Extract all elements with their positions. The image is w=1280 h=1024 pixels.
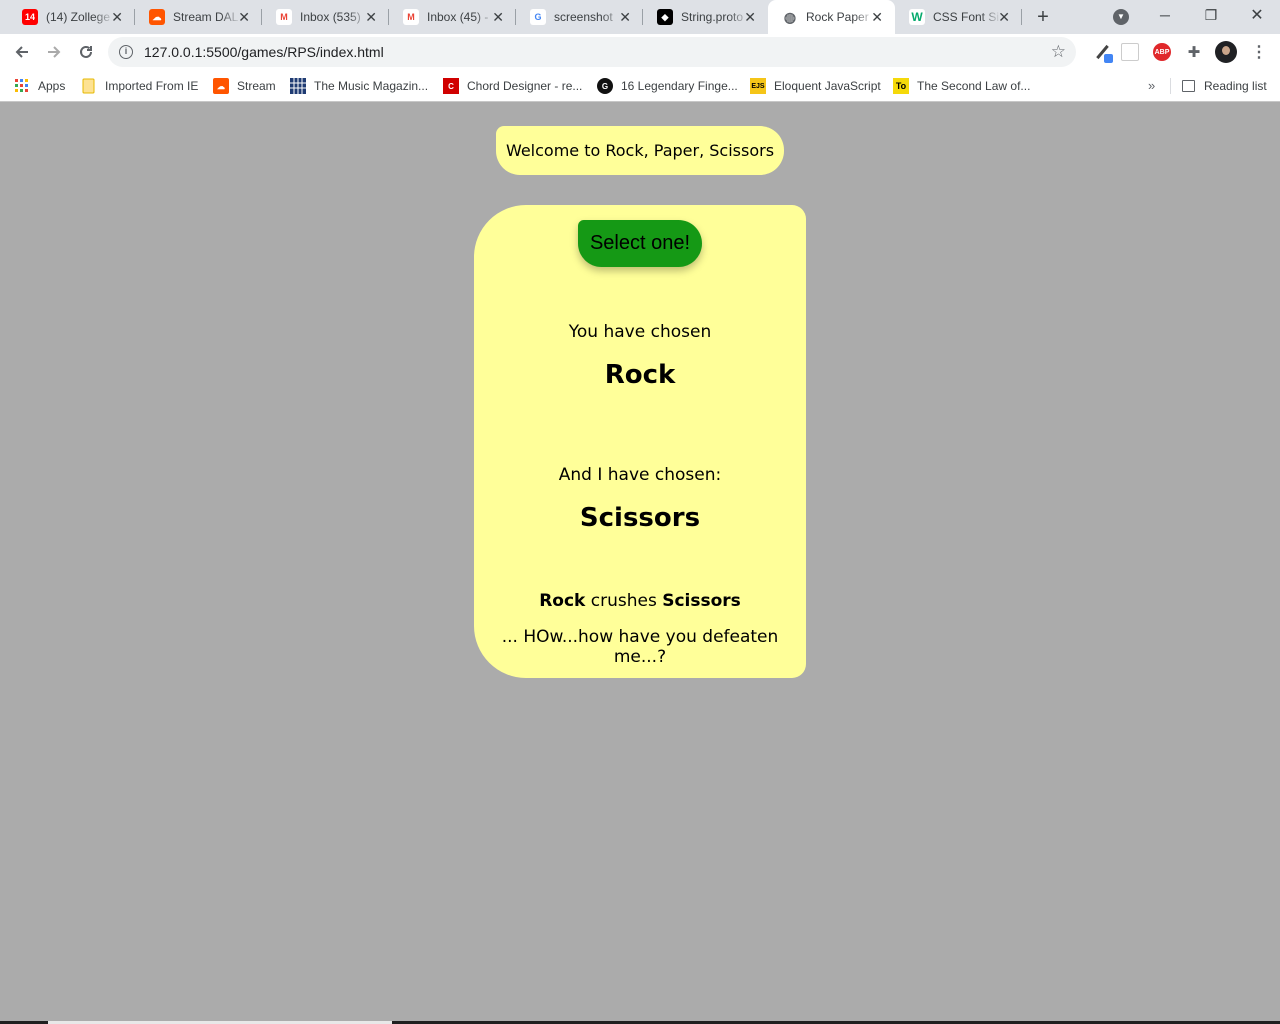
info-icon[interactable]: i (119, 45, 133, 59)
pen-extension-icon[interactable] (1093, 43, 1113, 63)
player-choice-label: You have chosen (568, 322, 712, 342)
tab-6-active[interactable]: ◍ Rock Paper ✕ (768, 0, 895, 34)
reload-button[interactable] (74, 40, 98, 64)
bookmark-label: Eloquent JavaScript (774, 79, 881, 93)
mdn-icon: ◆ (657, 9, 673, 25)
apps-grid-icon (14, 78, 30, 94)
globe-icon: ◍ (782, 8, 798, 25)
bookmark-second-law[interactable]: To The Second Law of... (893, 76, 1030, 96)
close-icon[interactable]: ✕ (111, 9, 123, 25)
close-icon[interactable]: ✕ (365, 9, 377, 25)
tab-title: Inbox (45) - (427, 10, 489, 24)
reading-list-button[interactable]: Reading list (1182, 76, 1267, 96)
tab-title: Inbox (535) (300, 10, 361, 24)
minimize-button[interactable]: ─ (1142, 0, 1188, 30)
tab-title: screenshot (554, 10, 613, 24)
reload-icon (80, 45, 92, 58)
ejs-icon: EJS (750, 78, 766, 94)
tab-0[interactable]: 14 (14) Zollege ✕ (8, 0, 135, 34)
tab-4[interactable]: G screenshot ✕ (516, 0, 643, 34)
cpu-choice: Scissors (579, 503, 701, 533)
g-circle-icon: G (597, 78, 613, 94)
tab-title: Stream DAL (173, 10, 239, 24)
bookmarks-bar: Apps Imported From IE ☁ Stream The Music… (0, 70, 1280, 102)
bookmark-label: Apps (38, 79, 66, 93)
bookmarks-separator (1170, 78, 1171, 94)
taunt-message: ... HOw...how have you defeaten me...? (501, 627, 779, 667)
folder-icon (81, 78, 97, 94)
to-icon: To (893, 78, 909, 94)
bookmark-legendary-fingers[interactable]: G 16 Legendary Finge... (597, 76, 738, 96)
address-bar[interactable]: i 127.0.0.1:5500/games/RPS/index.html ☆ (108, 37, 1076, 67)
cpu-choice-label: And I have chosen: (558, 465, 722, 485)
welcome-banner: Welcome to Rock, Paper, Scissors (496, 126, 784, 175)
tab-title: Rock Paper (806, 10, 869, 24)
extensions-puzzle-icon[interactable]: ✚ (1185, 43, 1203, 61)
arrow-right-icon (48, 46, 61, 58)
reading-list-label: Reading list (1204, 79, 1267, 93)
bookmark-imported-from-ie[interactable]: Imported From IE (81, 76, 198, 96)
back-button[interactable] (10, 40, 34, 64)
bookmark-label: The Second Law of... (917, 79, 1031, 93)
bookmark-star-icon[interactable]: ☆ (1051, 42, 1066, 62)
bookmark-label: The Music Magazin... (314, 79, 429, 93)
close-icon[interactable]: ✕ (998, 9, 1010, 25)
arrow-left-icon (15, 46, 28, 58)
profile-avatar[interactable] (1215, 41, 1237, 63)
youtube-notification-icon: 14 (22, 9, 38, 25)
close-icon[interactable]: ✕ (744, 9, 756, 25)
bookmark-music-magazine[interactable]: The Music Magazin... (290, 76, 428, 96)
music-magazine-icon (290, 78, 306, 94)
adblock-plus-icon[interactable]: ABP (1153, 43, 1171, 61)
soundcloud-icon: ☁ (149, 9, 165, 25)
result-winner: Rock (539, 591, 586, 611)
more-bookmarks-chevron-icon[interactable]: » (1148, 78, 1155, 93)
game-card: Select one! You have chosen Rock And I h… (474, 205, 806, 678)
bookmark-label: Imported From IE (105, 79, 199, 93)
forward-button[interactable] (42, 40, 66, 64)
bookmark-chord-designer[interactable]: C Chord Designer - re... (443, 76, 582, 96)
close-window-button[interactable]: ✕ (1234, 0, 1280, 30)
result-loser: Scissors (662, 591, 741, 611)
chord-designer-icon: C (443, 78, 459, 94)
bookmark-label: Chord Designer - re... (467, 79, 583, 93)
bookmark-stream[interactable]: ☁ Stream (213, 76, 276, 96)
tab-5[interactable]: ◆ String.proto ✕ (643, 0, 768, 34)
restore-button[interactable]: ❐ (1188, 0, 1234, 30)
tab-3[interactable]: M Inbox (45) - ✕ (389, 0, 516, 34)
player-choice: Rock (604, 360, 676, 390)
tab-1[interactable]: ☁ Stream DAL ✕ (135, 0, 262, 34)
close-icon[interactable]: ✕ (871, 9, 883, 25)
tab-title: CSS Font Si (933, 10, 1000, 24)
close-icon[interactable]: ✕ (619, 9, 631, 25)
tab-title: String.proto (681, 10, 744, 24)
reading-list-icon (1182, 80, 1195, 92)
soundcloud-icon: ☁ (213, 78, 229, 94)
menu-kebab-icon[interactable]: ⋮ (1250, 43, 1268, 61)
tab-2[interactable]: M Inbox (535) ✕ (262, 0, 389, 34)
close-icon[interactable]: ✕ (492, 9, 504, 25)
google-icon: G (530, 9, 546, 25)
new-tab-button[interactable]: + (1032, 6, 1054, 28)
browser-toolbar: i 127.0.0.1:5500/games/RPS/index.html ☆ … (0, 34, 1280, 70)
select-one-button[interactable]: Select one! (578, 220, 702, 267)
w3schools-icon: W (909, 9, 925, 25)
gmail-icon: M (276, 9, 292, 25)
close-icon[interactable]: ✕ (238, 9, 250, 25)
tab-search-icon[interactable]: ▼ (1113, 9, 1129, 25)
tab-7[interactable]: W CSS Font Si ✕ (895, 0, 1022, 34)
tab-title: (14) Zollege (46, 10, 111, 24)
result-verb: crushes (585, 591, 663, 611)
bookmark-apps[interactable]: Apps (14, 76, 65, 96)
bookmark-label: 16 Legendary Finge... (621, 79, 738, 93)
result-line: Rock crushes Scissors (474, 591, 806, 611)
bookmark-eloquent-js[interactable]: EJS Eloquent JavaScript (750, 76, 881, 96)
tab-separator (1021, 9, 1022, 25)
url-text[interactable]: 127.0.0.1:5500/games/RPS/index.html (144, 44, 384, 60)
bookmark-label: Stream (237, 79, 276, 93)
tab-strip: 14 (14) Zollege ✕ ☁ Stream DAL ✕ M Inbox… (0, 0, 1280, 34)
gmail-icon: M (403, 9, 419, 25)
page-viewport: Welcome to Rock, Paper, Scissors Select … (0, 103, 1280, 1024)
screenshot-extension-icon[interactable] (1121, 43, 1139, 61)
